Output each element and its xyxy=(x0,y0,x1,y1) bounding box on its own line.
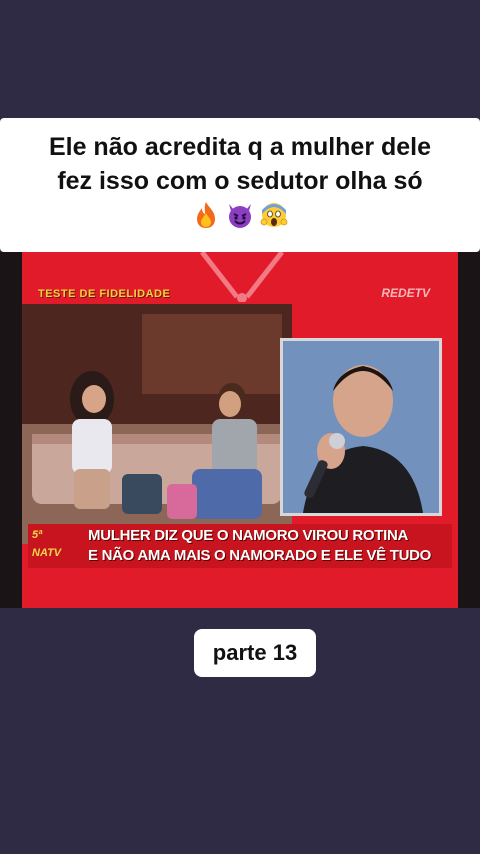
screaming-face-emoji-icon xyxy=(259,200,289,230)
ticker-badge-line-2: NATV xyxy=(32,547,62,559)
ticker-badge: 5ª NATV xyxy=(32,526,82,566)
hidden-camera-scene xyxy=(22,304,292,544)
part-label: parte 13 xyxy=(194,629,316,677)
ticker-text: MULHER DIZ QUE O NAMORO VIROU ROTINA E N… xyxy=(88,526,431,566)
ticker-line-1: MULHER DIZ QUE O NAMORO VIROU ROTINA xyxy=(88,527,409,544)
caption-emoji-row xyxy=(10,200,470,230)
caption-card: Ele não acredita q a mulher dele fez iss… xyxy=(0,118,480,252)
guest-illustration xyxy=(283,341,439,513)
caption-line-1: Ele não acredita q a mulher dele xyxy=(48,133,432,161)
scene-illustration xyxy=(22,304,292,544)
channel-logo: REDETV xyxy=(381,286,430,300)
ticker-line-2: E NÃO AMA MAIS O NAMORADO E ELE VÊ TUDO xyxy=(88,547,432,564)
ticker-badge-line-1: 5ª xyxy=(32,529,43,541)
caption-line-2: fez isso com o sedutor olha só xyxy=(57,167,423,195)
story-screen: Ele não acredita q a mulher dele fez iss… xyxy=(0,0,480,854)
tv-broadcast: TESTE DE FIDELIDADE REDETV 5ª NATV MULHE… xyxy=(22,252,458,608)
antenna-graphic xyxy=(200,252,284,302)
video-frame[interactable]: TESTE DE FIDELIDADE REDETV 5ª NATV MULHE… xyxy=(0,252,480,608)
smiling-devil-emoji-icon xyxy=(225,200,255,230)
program-label: TESTE DE FIDELIDADE xyxy=(38,288,171,300)
news-ticker: 5ª NATV MULHER DIZ QUE O NAMORO VIROU RO… xyxy=(28,524,452,568)
guest-reaction-inset xyxy=(280,338,442,516)
fire-emoji-icon xyxy=(191,200,221,230)
